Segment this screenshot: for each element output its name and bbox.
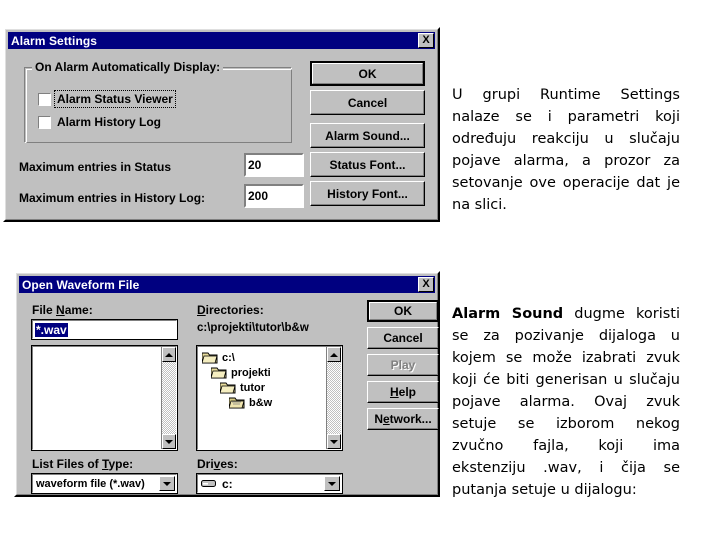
tree-item[interactable]: c:\ — [201, 350, 272, 365]
cancel-button[interactable]: Cancel — [310, 90, 425, 115]
alarm-dialog-title: Alarm Settings — [11, 33, 98, 48]
alarm-sound-button[interactable]: Alarm Sound... — [310, 123, 425, 148]
close-icon[interactable]: X — [418, 277, 434, 292]
drives-label: Drives: — [197, 457, 238, 471]
folder-open-icon — [219, 381, 236, 394]
drives-value: c: — [222, 476, 233, 491]
checkbox-alarm-status-viewer[interactable]: Alarm Status Viewer — [38, 90, 176, 108]
folder-open-icon — [210, 366, 227, 379]
scroll-down-button[interactable] — [162, 434, 176, 449]
tree-item[interactable]: tutor — [219, 380, 272, 395]
paragraph-alarm-sound: Alarm Sound dugme koristi se za pozivanj… — [452, 303, 680, 501]
chevron-down-icon — [165, 439, 173, 444]
tree-item-label: b&w — [249, 396, 273, 409]
max-entries-status-input[interactable]: 20 — [244, 153, 304, 177]
file-list[interactable] — [31, 345, 178, 451]
button-label: Help — [389, 385, 416, 399]
drive-icon — [201, 478, 217, 489]
close-icon[interactable]: X — [418, 33, 434, 48]
alarm-settings-dialog: Alarm Settings X On Alarm Automatically … — [3, 27, 440, 222]
button-label: Play — [390, 358, 416, 372]
folder-open-icon — [201, 351, 218, 364]
max-entries-status-value: 20 — [248, 158, 262, 172]
network-button[interactable]: Network... — [367, 408, 439, 430]
combo-dropdown-button[interactable] — [324, 476, 340, 491]
checkbox-label: Alarm Status Viewer — [54, 90, 176, 108]
groupbox-title: On Alarm Automatically Display: — [32, 60, 224, 74]
status-font-button[interactable]: Status Font... — [310, 152, 425, 177]
alarm-sound-emphasis: Alarm Sound — [452, 306, 564, 322]
file-list-scrollbar[interactable] — [161, 347, 176, 449]
current-path: c:\projekti\tutor\b&w — [197, 322, 309, 334]
drives-combo[interactable]: c: — [196, 473, 343, 494]
checkbox-alarm-history-log[interactable]: Alarm History Log — [38, 114, 163, 130]
chevron-down-icon — [330, 439, 338, 444]
tree-item[interactable]: projekti — [210, 365, 272, 380]
directory-tree[interactable]: c:\ projekti tutor b&w — [196, 345, 343, 451]
button-label: Status Font... — [329, 157, 406, 172]
file-name-input[interactable]: *.wav — [31, 319, 178, 340]
paragraph-runtime-settings: U grupi Runtime Settings nalaze se i par… — [452, 87, 680, 214]
chevron-up-icon — [165, 352, 173, 357]
button-label: OK — [394, 304, 412, 318]
list-files-of-type-label: List Files of Type: — [32, 457, 134, 471]
max-entries-history-input[interactable]: 200 — [244, 184, 304, 208]
button-label: Cancel — [383, 331, 423, 345]
button-label: OK — [358, 66, 377, 81]
button-label: History Font... — [327, 186, 408, 201]
button-label: Network... — [374, 412, 432, 426]
list-files-of-type-value: waveform file (*.wav) — [36, 477, 145, 490]
checkbox-label: Alarm History Log — [57, 115, 162, 129]
scroll-up-button[interactable] — [162, 347, 176, 362]
button-label: Cancel — [347, 95, 388, 110]
file-name-value: *.wav — [35, 322, 68, 337]
checkbox-box-icon[interactable] — [38, 92, 51, 106]
alarm-dialog-titlebar[interactable]: Alarm Settings X — [8, 32, 435, 49]
cancel-button[interactable]: Cancel — [367, 327, 439, 349]
list-files-of-type-combo[interactable]: waveform file (*.wav) — [31, 473, 178, 494]
file-name-label: File Name: — [32, 303, 93, 317]
combo-dropdown-button[interactable] — [159, 476, 175, 491]
max-entries-history-value: 200 — [248, 189, 269, 203]
alarm-sound-rest: dugme koristi se za pozivanje dijaloga u… — [452, 306, 680, 499]
history-font-button[interactable]: History Font... — [310, 181, 425, 206]
open-waveform-file-dialog: Open Waveform File X File Name: *.wav Li… — [14, 271, 440, 497]
help-button[interactable]: Help — [367, 381, 439, 403]
max-entries-status-label: Maximum entries in Status — [19, 160, 172, 174]
button-label: Alarm Sound... — [325, 128, 410, 143]
play-button[interactable]: Play — [367, 354, 439, 376]
chevron-down-icon — [328, 481, 336, 486]
directory-tree-scrollbar[interactable] — [326, 347, 341, 449]
tree-item-label: projekti — [231, 366, 271, 379]
tree-item-label: c:\ — [222, 351, 235, 364]
max-entries-history-label: Maximum entries in History Log: — [19, 191, 206, 205]
open-dialog-title: Open Waveform File — [22, 277, 140, 292]
scroll-up-button[interactable] — [327, 347, 341, 362]
checkbox-box-icon[interactable] — [38, 115, 51, 129]
ok-button[interactable]: OK — [367, 300, 439, 322]
chevron-down-icon — [163, 481, 171, 486]
scroll-down-button[interactable] — [327, 434, 341, 449]
open-dialog-titlebar[interactable]: Open Waveform File X — [19, 276, 435, 293]
directories-label: Directories: — [197, 303, 264, 317]
ok-button[interactable]: OK — [310, 61, 425, 86]
tree-item-label: tutor — [240, 381, 266, 394]
chevron-up-icon — [330, 352, 338, 357]
tree-item[interactable]: b&w — [228, 395, 273, 410]
folder-open-selected-icon — [228, 396, 245, 409]
directory-tree-items: c:\ projekti tutor b&w — [201, 350, 273, 410]
